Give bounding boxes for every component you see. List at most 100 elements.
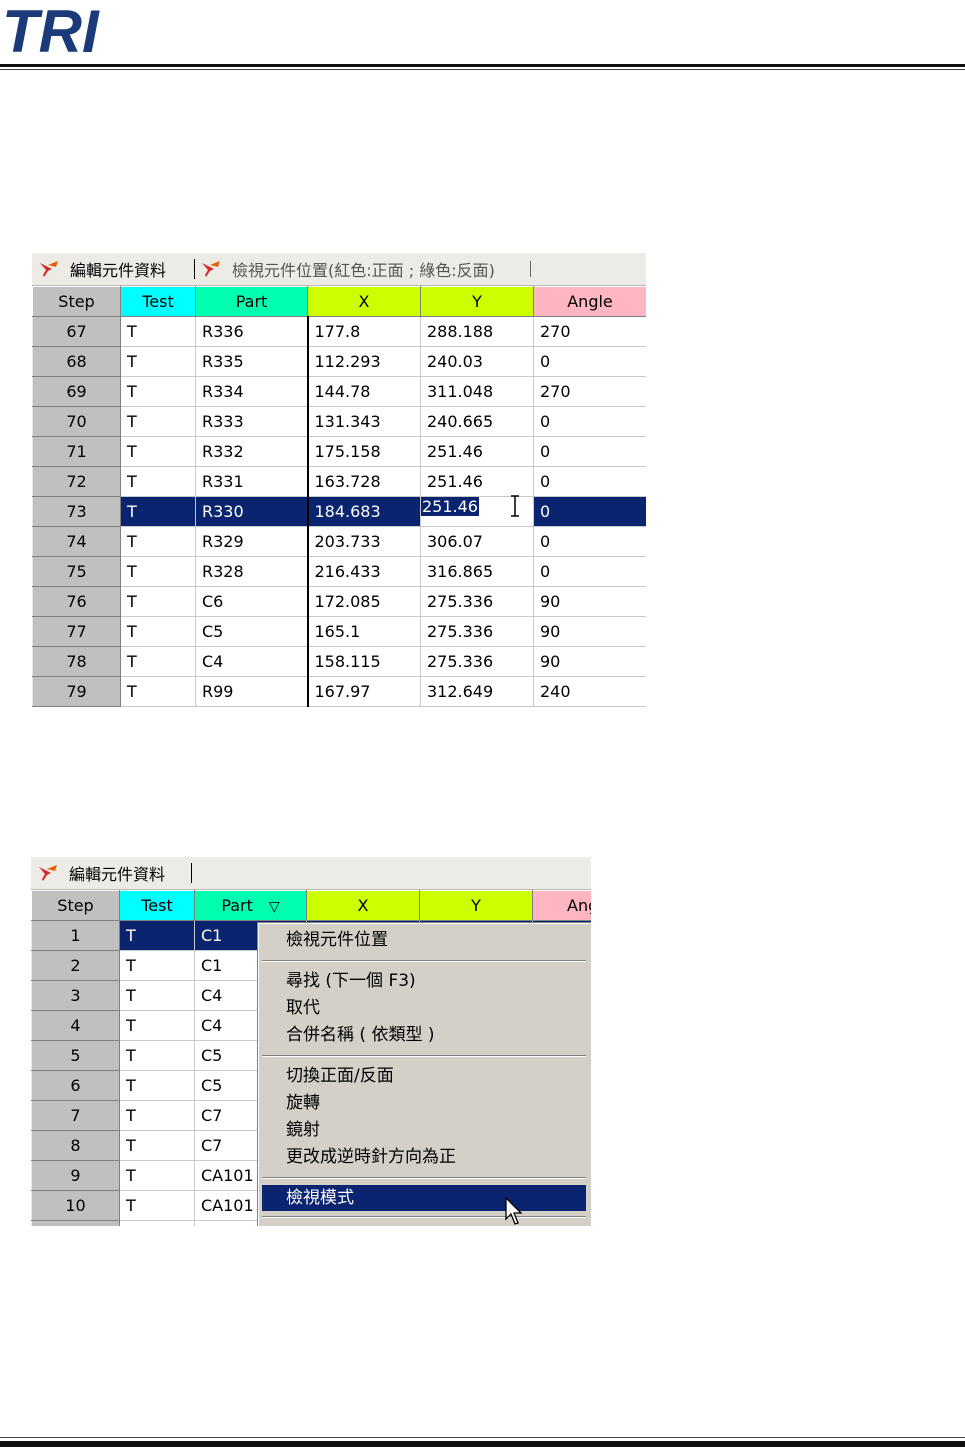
x-cell[interactable]: 184.683 xyxy=(307,496,421,527)
column-header-part[interactable]: Part xyxy=(195,286,308,317)
part-cell[interactable]: C4 xyxy=(195,646,309,677)
tab-edit-part-data[interactable]: 編輯元件資料 xyxy=(38,253,166,285)
step-cell[interactable]: 67 xyxy=(32,316,121,347)
menu-item-rotate[interactable]: 旋轉 xyxy=(262,1090,586,1116)
angle-cell[interactable]: 0 xyxy=(533,466,646,497)
menu-item-replace[interactable]: 取代 xyxy=(262,995,586,1021)
angle-cell[interactable]: 0 xyxy=(533,496,646,527)
test-cell[interactable]: T xyxy=(119,980,195,1011)
step-cell[interactable]: 9 xyxy=(31,1160,120,1191)
column-header-step[interactable]: Step xyxy=(32,286,121,317)
y-cell[interactable]: 306.07 xyxy=(420,526,534,557)
step-cell[interactable]: 8 xyxy=(31,1130,120,1161)
table-row-selected[interactable]: 73 T R330 184.683 251.46 0 xyxy=(32,496,646,527)
test-cell[interactable]: T xyxy=(119,920,195,951)
x-cell[interactable]: 216.433 xyxy=(307,556,421,587)
table-row[interactable]: 77 T C5 165.1 275.336 90 xyxy=(32,616,646,647)
column-header-y[interactable]: Y xyxy=(420,286,534,317)
test-cell[interactable] xyxy=(119,1220,195,1226)
x-cell[interactable]: 163.728 xyxy=(307,466,421,497)
test-cell[interactable]: T xyxy=(120,406,196,437)
menu-item-find-next[interactable]: 尋找 (下一個 F3) xyxy=(262,968,586,994)
step-cell[interactable]: 2 xyxy=(31,950,120,981)
step-cell[interactable]: 3 xyxy=(31,980,120,1011)
step-cell[interactable]: 5 xyxy=(31,1040,120,1071)
angle-cell[interactable]: 0 xyxy=(533,406,646,437)
menu-item-view-mode[interactable]: 檢視模式 xyxy=(262,1185,586,1211)
y-cell[interactable]: 311.048 xyxy=(420,376,534,407)
test-cell[interactable]: T xyxy=(119,1100,195,1131)
y-cell[interactable]: 275.336 xyxy=(420,586,534,617)
y-cell[interactable]: 251.46 xyxy=(420,436,534,467)
step-cell[interactable]: 10 xyxy=(31,1190,120,1221)
test-cell[interactable]: T xyxy=(120,436,196,467)
step-cell[interactable]: 73 xyxy=(32,496,121,527)
test-cell[interactable]: T xyxy=(119,1190,195,1221)
step-cell[interactable]: 74 xyxy=(32,526,121,557)
step-cell[interactable]: 75 xyxy=(32,556,121,587)
step-cell[interactable]: 1 xyxy=(31,920,120,951)
step-cell[interactable] xyxy=(31,1220,120,1226)
y-cell[interactable]: 251.46 xyxy=(420,466,534,497)
table-row[interactable]: 74 T R329 203.733 306.07 0 xyxy=(32,526,646,557)
angle-cell[interactable]: 90 xyxy=(533,586,646,617)
menu-item-mirror[interactable]: 鏡射 xyxy=(262,1117,586,1143)
step-cell[interactable]: 70 xyxy=(32,406,121,437)
step-cell[interactable]: 6 xyxy=(31,1070,120,1101)
angle-cell[interactable]: 0 xyxy=(533,436,646,467)
y-cell[interactable]: 275.336 xyxy=(420,616,534,647)
part-cell[interactable]: R331 xyxy=(195,466,309,497)
column-header-step[interactable]: Step xyxy=(31,890,120,921)
table-row[interactable]: 72 T R331 163.728 251.46 0 xyxy=(32,466,646,497)
x-cell[interactable]: 172.085 xyxy=(307,586,421,617)
x-cell[interactable]: 177.8 xyxy=(307,316,421,347)
menu-item-view-part-position[interactable]: 檢視元件位置 xyxy=(262,927,586,953)
x-cell[interactable]: 112.293 xyxy=(307,346,421,377)
step-cell[interactable]: 4 xyxy=(31,1010,120,1041)
x-cell[interactable]: 167.97 xyxy=(307,676,421,707)
part-cell[interactable]: R332 xyxy=(195,436,309,467)
test-cell[interactable]: T xyxy=(119,1040,195,1071)
part-cell[interactable]: R333 xyxy=(195,406,309,437)
angle-cell[interactable]: 270 xyxy=(533,316,646,347)
step-cell[interactable]: 78 xyxy=(32,646,121,677)
test-cell[interactable]: T xyxy=(120,556,196,587)
tab-edit-part-data[interactable]: 編輯元件資料 xyxy=(37,857,165,889)
step-cell[interactable]: 71 xyxy=(32,436,121,467)
angle-cell[interactable]: 270 xyxy=(533,376,646,407)
table-row[interactable]: 70 T R333 131.343 240.665 0 xyxy=(32,406,646,437)
table-row[interactable]: 71 T R332 175.158 251.46 0 xyxy=(32,436,646,467)
angle-cell[interactable]: 0 xyxy=(533,526,646,557)
part-cell[interactable]: R336 xyxy=(195,316,309,347)
step-cell[interactable]: 79 xyxy=(32,676,121,707)
angle-cell[interactable]: 90 xyxy=(533,646,646,677)
y-cell[interactable]: 240.665 xyxy=(420,406,534,437)
y-cell[interactable]: 288.188 xyxy=(420,316,534,347)
y-cell-edit-text[interactable]: 251.46 xyxy=(421,497,479,516)
x-cell[interactable]: 144.78 xyxy=(307,376,421,407)
part-cell[interactable]: R335 xyxy=(195,346,309,377)
column-header-angle[interactable]: Angle xyxy=(533,286,646,317)
column-header-x[interactable]: X xyxy=(307,286,421,317)
table-row[interactable]: 68 T R335 112.293 240.03 0 xyxy=(32,346,646,377)
y-cell[interactable]: 316.865 xyxy=(420,556,534,587)
column-header-angle[interactable]: Angle xyxy=(532,890,591,921)
test-cell[interactable]: T xyxy=(120,616,196,647)
menu-item-merge-names[interactable]: 合併名稱 ( 依類型 ) xyxy=(262,1022,586,1048)
column-header-x[interactable]: X xyxy=(306,890,420,921)
test-cell[interactable]: T xyxy=(120,526,196,557)
part-cell[interactable]: R334 xyxy=(195,376,309,407)
sort-filter-icon[interactable]: ▽ xyxy=(269,899,280,915)
column-header-y[interactable]: Y xyxy=(419,890,533,921)
test-cell[interactable]: T xyxy=(120,316,196,347)
test-cell[interactable]: T xyxy=(120,346,196,377)
y-cell[interactable]: 275.336 xyxy=(420,646,534,677)
test-cell[interactable]: T xyxy=(119,950,195,981)
column-header-part[interactable]: Part ▽ xyxy=(194,890,307,921)
test-cell[interactable]: T xyxy=(120,496,196,527)
angle-cell[interactable]: 0 xyxy=(533,556,646,587)
tab-view-part-position[interactable]: 檢視元件位置(紅色:正面 ; 綠色:反面) xyxy=(200,253,495,285)
column-header-test[interactable]: Test xyxy=(119,890,195,921)
part-cell[interactable]: R328 xyxy=(195,556,309,587)
table-row[interactable]: 78 T C4 158.115 275.336 90 xyxy=(32,646,646,677)
